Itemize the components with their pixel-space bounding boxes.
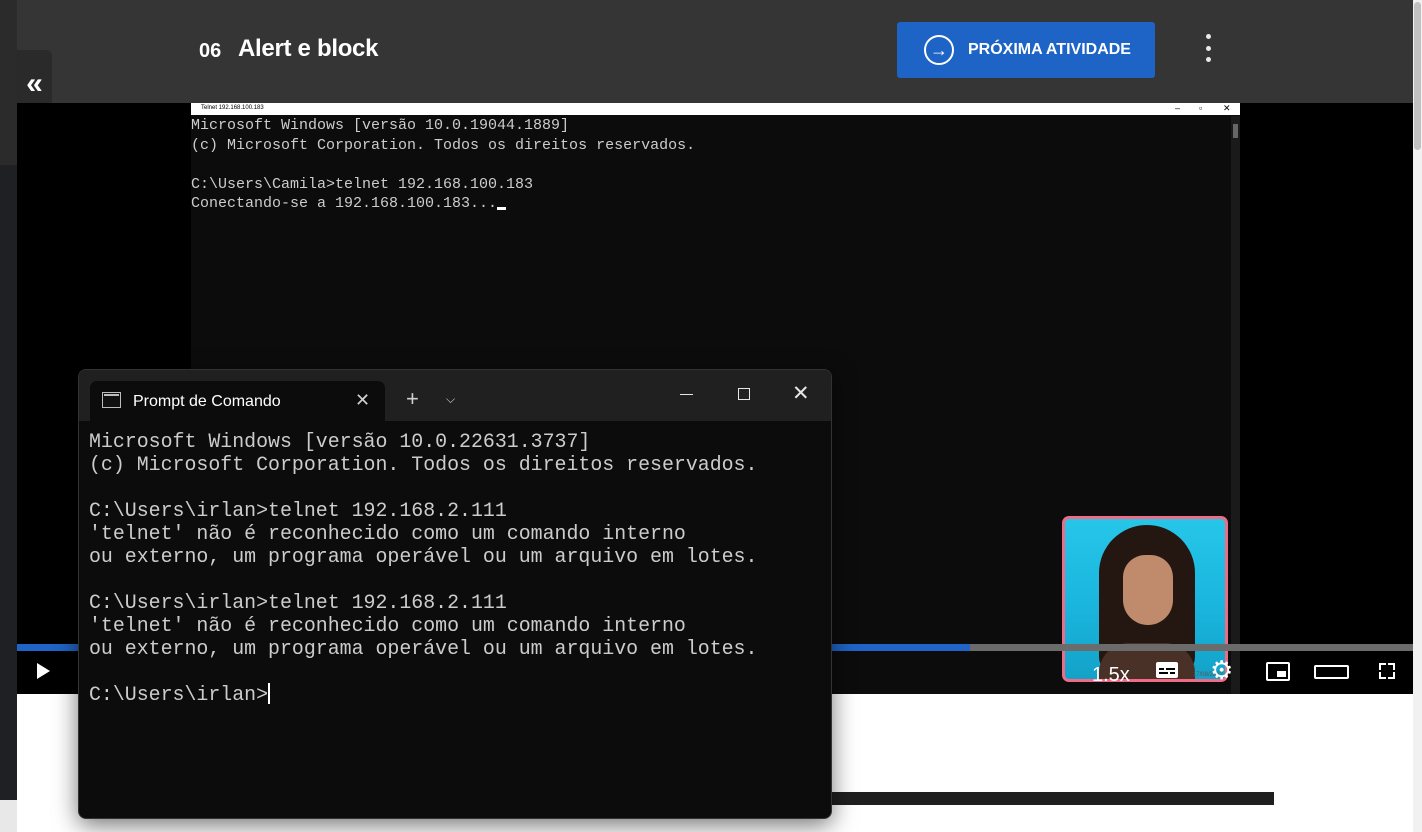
cmd-line: C:\Users\irlan>telnet 192.168.2.111 xyxy=(89,591,507,614)
picture-in-picture-icon[interactable] xyxy=(1266,662,1290,681)
maximize-icon[interactable] xyxy=(738,388,750,400)
tab-command-prompt[interactable]: Prompt de Comando ✕ xyxy=(90,381,385,421)
play-icon[interactable] xyxy=(37,663,50,679)
settings-gear-icon[interactable]: ⚙ xyxy=(1210,657,1233,683)
content-bar xyxy=(830,792,1274,805)
cmd-line: ou externo, um programa operável ou um a… xyxy=(89,545,758,568)
fullscreen-icon[interactable] xyxy=(1379,663,1395,679)
playback-speed-button[interactable]: 1.5x xyxy=(1092,664,1130,687)
cmd-line xyxy=(89,476,757,499)
theater-mode-icon[interactable] xyxy=(1314,665,1349,679)
video-terminal-cursor xyxy=(497,207,507,211)
tab-title: Prompt de Comando xyxy=(133,393,281,410)
lesson-number: 06 xyxy=(199,40,222,62)
video-terminal-line: Microsoft Windows [versão 10.0.19044.188… xyxy=(191,117,570,134)
cmd-line: 'telnet' não é reconhecido como um coman… xyxy=(89,614,686,637)
subtitles-icon[interactable] xyxy=(1156,662,1178,678)
command-prompt-titlebar[interactable]: Prompt de Comando ✕ + ⌵ ✕ xyxy=(79,370,831,421)
left-rail xyxy=(0,0,17,832)
cmd-line xyxy=(89,568,757,591)
command-prompt-window[interactable]: Prompt de Comando ✕ + ⌵ ✕ Microsoft Wind… xyxy=(78,369,832,819)
video-terminal-titlebar: Telnet 192.168.100.183 – ▫ ✕ xyxy=(191,103,1240,115)
close-window-icon[interactable]: ✕ xyxy=(792,381,810,406)
presenter-face xyxy=(1123,555,1173,625)
video-terminal-line xyxy=(191,155,695,175)
cmd-line: 'telnet' não é reconhecido como um coman… xyxy=(89,522,686,545)
terminal-icon xyxy=(102,392,121,408)
video-terminal-line: Conectando-se a 192.168.100.183... xyxy=(191,194,695,214)
cmd-line xyxy=(89,660,757,683)
close-icon: ✕ xyxy=(1223,103,1231,113)
cmd-line: ou externo, um programa operável ou um a… xyxy=(89,637,758,660)
video-terminal-line: (c) Microsoft Corporation. Todos os dire… xyxy=(191,136,696,154)
cmd-cursor xyxy=(268,683,270,704)
video-terminal-scrollbar xyxy=(1231,116,1240,694)
cmd-line: C:\Users\irlan> xyxy=(89,683,270,706)
left-rail-dark xyxy=(0,165,17,800)
minimize-icon[interactable] xyxy=(680,394,693,395)
next-activity-button[interactable]: → PRÓXIMA ATIVIDADE xyxy=(897,22,1155,78)
lesson-title: Alert e block xyxy=(238,35,379,62)
cmd-line: Microsoft Windows [versão 10.0.22631.373… xyxy=(89,430,591,453)
minimize-icon: – xyxy=(1175,103,1181,113)
left-rail-light xyxy=(0,800,17,832)
restore-icon: ▫ xyxy=(1199,103,1203,113)
arrow-right-circle-icon: → xyxy=(924,35,954,65)
next-activity-label: PRÓXIMA ATIVIDADE xyxy=(968,41,1131,58)
page-scrollbar-thumb[interactable] xyxy=(1414,2,1421,150)
chevron-down-icon[interactable]: ⌵ xyxy=(446,392,455,407)
video-terminal-title: Telnet 192.168.100.183 xyxy=(201,105,264,111)
tab-close-icon[interactable]: ✕ xyxy=(355,390,370,411)
cmd-line: C:\Users\irlan>telnet 192.168.2.111 xyxy=(89,499,507,522)
new-tab-icon[interactable]: + xyxy=(406,388,419,410)
video-terminal-output: Microsoft Windows [versão 10.0.19044.188… xyxy=(191,116,695,214)
more-options-icon[interactable] xyxy=(1198,34,1218,62)
video-terminal-line: C:\Users\Camila>telnet 192.168.100.183 xyxy=(191,175,534,193)
command-prompt-output[interactable]: Microsoft Windows [versão 10.0.22631.373… xyxy=(89,430,757,706)
cmd-line: (c) Microsoft Corporation. Todos os dire… xyxy=(89,453,758,476)
